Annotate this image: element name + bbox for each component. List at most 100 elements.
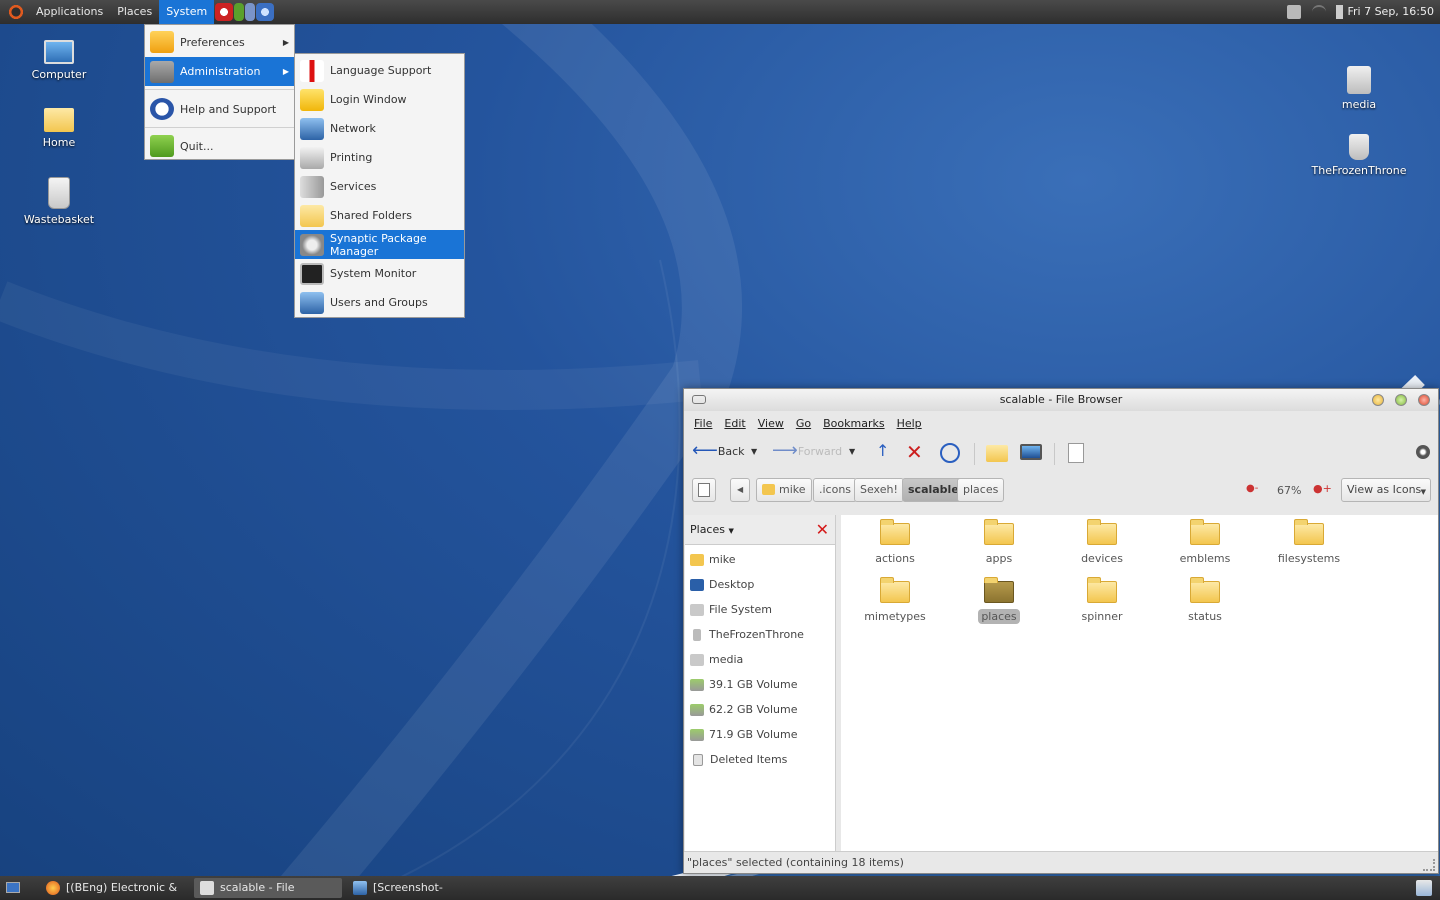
breadcrumb-scroll-left[interactable]: ◀	[730, 478, 750, 502]
place-media[interactable]: media	[685, 647, 835, 672]
breadcrumb-sexeh[interactable]: Sexeh!	[854, 478, 904, 502]
back-button[interactable]: ⟵ Back	[692, 442, 745, 460]
folder-apps[interactable]: apps	[949, 515, 1049, 565]
stop-button[interactable]: ✕	[906, 440, 923, 464]
submenu-arrow-icon: ▶	[282, 67, 289, 76]
mail-launcher-icon[interactable]	[215, 3, 234, 21]
notes-tray-icon[interactable]	[1287, 5, 1301, 19]
menu-item-printing[interactable]: Printing	[295, 143, 464, 172]
toolbar-separator	[1054, 443, 1055, 465]
menu-item-system-monitor[interactable]: System Monitor	[295, 259, 464, 288]
breadcrumb-scalable[interactable]: scalable	[902, 478, 965, 502]
place-deleted-items[interactable]: Deleted Items	[685, 747, 835, 772]
system-menu: Preferences ▶ Administration ▶ Help and …	[144, 24, 295, 160]
close-button[interactable]	[1418, 394, 1430, 406]
folder-status[interactable]: status	[1155, 573, 1255, 623]
folder-places[interactable]: places	[949, 573, 1049, 624]
network-tray-icon[interactable]	[1312, 5, 1326, 19]
forward-button[interactable]: ⟶ Forward	[772, 442, 842, 460]
menu-item-quit[interactable]: Quit...	[145, 130, 294, 162]
show-desktop-button[interactable]	[6, 882, 20, 893]
view-mode-label: View as Icons	[1347, 483, 1422, 496]
menu-help[interactable]: Help	[897, 417, 922, 430]
desktop-icon-frozen-throne[interactable]: TheFrozenThrone	[1309, 134, 1409, 177]
file-browser-icon	[200, 881, 214, 895]
menu-places[interactable]: Places	[110, 0, 159, 24]
desktop-icon-computer[interactable]: Computer	[9, 40, 109, 81]
resize-grip-icon[interactable]	[1423, 859, 1435, 871]
taskbar-item-screenshot[interactable]: [Screenshot-Xnest.jpg...	[347, 878, 497, 898]
users-launcher-icon[interactable]	[245, 3, 256, 21]
folder-emblems[interactable]: emblems	[1155, 515, 1255, 565]
maximize-button[interactable]	[1395, 394, 1407, 406]
menu-item-preferences[interactable]: Preferences ▶	[145, 27, 294, 57]
menu-item-login-window[interactable]: Login Window	[295, 85, 464, 114]
sidebar-title[interactable]: Places	[690, 523, 725, 536]
menu-item-services[interactable]: Services	[295, 172, 464, 201]
window-menu-icon[interactable]	[692, 395, 706, 404]
minimize-button[interactable]	[1372, 394, 1384, 406]
menu-applications[interactable]: Applications	[29, 0, 110, 24]
back-history-dropdown[interactable]: ▼	[751, 447, 757, 456]
place-file-system[interactable]: File System	[685, 597, 835, 622]
wastebasket-applet-icon[interactable]	[1416, 880, 1432, 896]
desktop-icon-home[interactable]: Home	[9, 108, 109, 149]
browser-launcher-icon[interactable]	[256, 3, 275, 21]
place-frozen-throne[interactable]: TheFrozenThrone	[685, 622, 835, 647]
folder-actions[interactable]: actions	[845, 515, 945, 565]
breadcrumb-mike[interactable]: mike	[756, 478, 812, 502]
menu-bookmarks[interactable]: Bookmarks	[823, 417, 884, 430]
place-volume-62[interactable]: 62.2 GB Volume	[685, 697, 835, 722]
clock[interactable]: Fri 7 Sep, 16:50	[1347, 0, 1434, 24]
desktop-icon-label: Computer	[31, 68, 87, 81]
menu-go[interactable]: Go	[796, 417, 811, 430]
reload-button[interactable]	[940, 443, 960, 463]
breadcrumb-icons[interactable]: .icons	[813, 478, 858, 502]
folder-devices[interactable]: devices	[1052, 515, 1152, 565]
menu-item-label: Shared Folders	[330, 209, 412, 222]
close-sidebar-icon[interactable]: ✕	[816, 515, 829, 545]
menu-item-users-groups[interactable]: Users and Groups	[295, 288, 464, 317]
menu-view[interactable]: View	[758, 417, 784, 430]
taskbar-item-file-browser[interactable]: scalable - File Browser	[194, 878, 342, 898]
view-mode-select[interactable]: View as Icons ▼	[1341, 478, 1431, 502]
toggle-location-button[interactable]	[692, 478, 716, 502]
chevron-down-icon[interactable]: ▼	[728, 527, 733, 535]
folder-mimetypes[interactable]: mimetypes	[845, 573, 945, 623]
shared-folder-icon	[300, 204, 324, 227]
menu-item-synaptic[interactable]: Synaptic Package Manager	[295, 230, 464, 259]
zoom-level[interactable]: 67%	[1277, 484, 1301, 497]
breadcrumb-places[interactable]: places	[957, 478, 1005, 502]
menu-system[interactable]: System	[159, 0, 215, 24]
menu-file[interactable]: File	[694, 417, 712, 430]
menu-item-label: Help and Support	[180, 102, 277, 116]
desktop-icon-label: TheFrozenThrone	[1311, 164, 1407, 177]
folder-spinner[interactable]: spinner	[1052, 573, 1152, 623]
desktop-icon-media[interactable]: media	[1309, 66, 1409, 111]
place-volume-71[interactable]: 71.9 GB Volume	[685, 722, 835, 747]
search-button[interactable]	[1068, 443, 1084, 463]
forward-history-dropdown[interactable]: ▼	[849, 447, 855, 456]
desktop-icon-wastebasket[interactable]: Wastebasket	[9, 177, 109, 226]
menu-item-help[interactable]: Help and Support	[145, 93, 294, 125]
zoom-out-button[interactable]: ●-	[1246, 483, 1258, 494]
menu-item-network[interactable]: Network	[295, 114, 464, 143]
place-mike[interactable]: mike	[685, 547, 835, 572]
menu-item-language-support[interactable]: Language Support	[295, 56, 464, 85]
folder-filesystems[interactable]: filesystems	[1259, 515, 1359, 565]
up-button[interactable]: ↑	[876, 441, 889, 460]
drive-icon	[690, 653, 704, 666]
user-launcher-icon[interactable]	[234, 3, 245, 21]
menu-edit[interactable]: Edit	[724, 417, 745, 430]
zoom-in-button[interactable]: ●+	[1313, 482, 1332, 495]
home-button[interactable]	[986, 445, 1008, 462]
computer-button[interactable]	[1020, 444, 1042, 460]
menu-item-administration[interactable]: Administration ▶	[145, 57, 294, 86]
window-titlebar[interactable]: scalable - File Browser	[684, 389, 1438, 411]
menu-item-label: Preferences	[180, 35, 245, 49]
menu-item-label: Synaptic Package Manager	[330, 231, 427, 258]
menu-item-shared-folders[interactable]: Shared Folders	[295, 201, 464, 230]
taskbar-item-firefox[interactable]: [(BEng) Electronic & ...	[40, 878, 185, 898]
place-volume-39[interactable]: 39.1 GB Volume	[685, 672, 835, 697]
place-desktop[interactable]: Desktop	[685, 572, 835, 597]
